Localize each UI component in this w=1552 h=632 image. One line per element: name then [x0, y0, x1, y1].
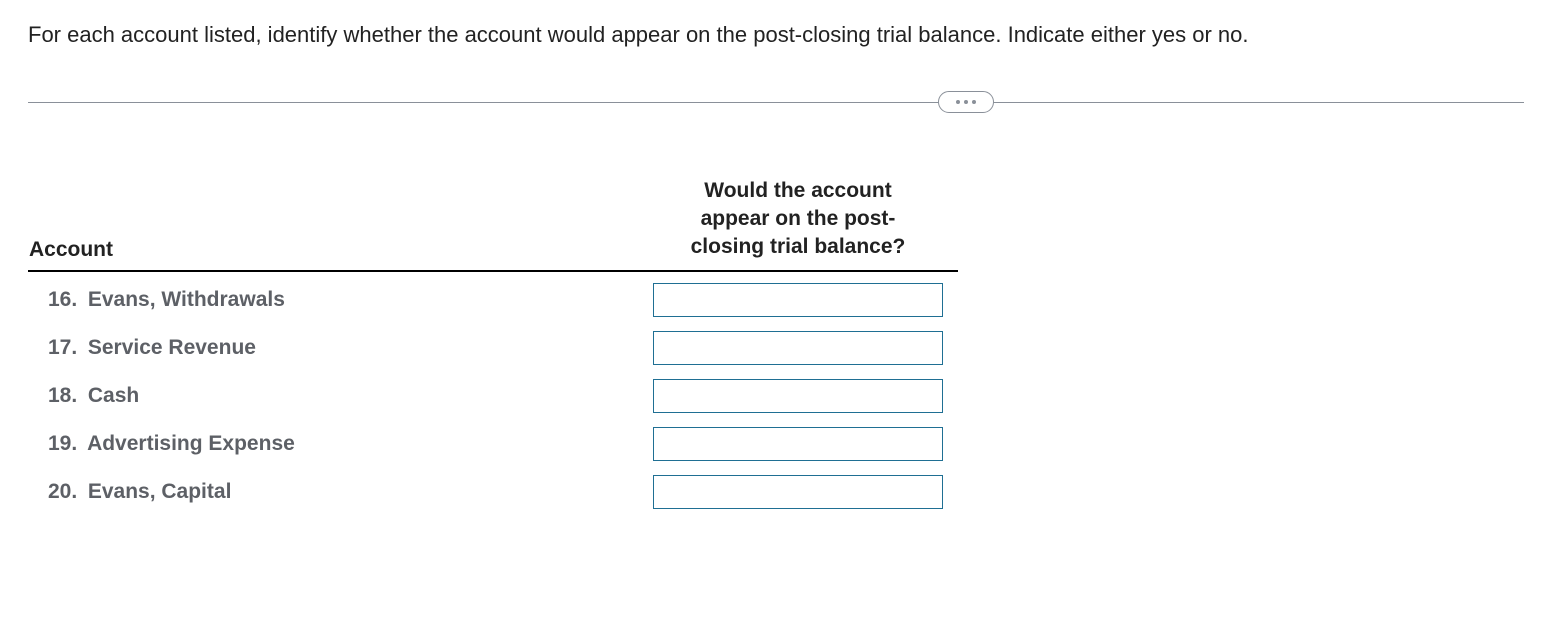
table-row: 18. Cash: [28, 367, 958, 415]
header-line: appear on the post-: [701, 207, 896, 230]
header-line: Would the account: [704, 179, 891, 202]
account-name: Evans, Withdrawals: [88, 288, 285, 311]
account-cell: 20. Evans, Capital: [28, 463, 638, 511]
table-row: 16. Evans, Withdrawals: [28, 271, 958, 319]
account-cell: 19. Advertising Expense: [28, 415, 638, 463]
answer-input-16[interactable]: [653, 283, 943, 317]
divider-line: [28, 102, 1524, 103]
dot-icon: [964, 100, 968, 104]
dot-icon: [956, 100, 960, 104]
account-name: Cash: [88, 384, 139, 407]
question-prompt: For each account listed, identify whethe…: [28, 20, 1524, 50]
accounts-table: Account Would the account appear on the …: [28, 176, 958, 511]
row-number: 19.: [48, 432, 82, 456]
table-row: 19. Advertising Expense: [28, 415, 958, 463]
row-number: 20.: [48, 480, 82, 504]
row-number: 16.: [48, 288, 82, 312]
account-cell: 18. Cash: [28, 367, 638, 415]
column-header-question: Would the account appear on the post- cl…: [638, 176, 958, 271]
account-cell: 16. Evans, Withdrawals: [28, 271, 638, 319]
column-header-account: Account: [28, 176, 638, 271]
answer-input-18[interactable]: [653, 379, 943, 413]
answer-input-20[interactable]: [653, 475, 943, 509]
answer-input-17[interactable]: [653, 331, 943, 365]
dot-icon: [972, 100, 976, 104]
answer-input-19[interactable]: [653, 427, 943, 461]
expand-handle[interactable]: [938, 91, 994, 113]
header-line: closing trial balance?: [691, 235, 906, 258]
section-divider: [28, 88, 1524, 116]
account-name: Advertising Expense: [87, 432, 295, 455]
account-cell: 17. Service Revenue: [28, 319, 638, 367]
account-name: Evans, Capital: [88, 480, 232, 503]
row-number: 18.: [48, 384, 82, 408]
table-row: 17. Service Revenue: [28, 319, 958, 367]
table-row: 20. Evans, Capital: [28, 463, 958, 511]
account-name: Service Revenue: [88, 336, 256, 359]
row-number: 17.: [48, 336, 82, 360]
